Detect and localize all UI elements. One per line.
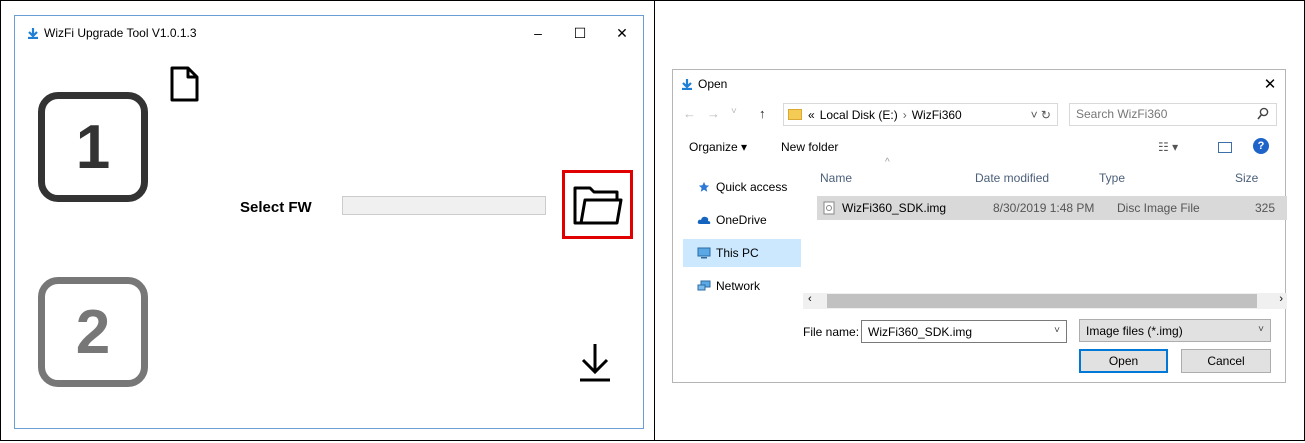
sidebar-item-network[interactable]: Network [683,272,801,300]
file-name: WizFi360_SDK.img [842,201,947,215]
chevron-down-icon[interactable]: ˅ [1054,325,1060,336]
breadcrumb-overflow[interactable]: « [808,108,815,122]
close-button[interactable]: ✕ [601,16,643,50]
minimize-button[interactable]: – [517,16,559,50]
view-options-button[interactable]: ☷ ▾ [1158,140,1178,154]
sidebar-item-label: OneDrive [716,213,767,227]
step-1-badge: 1 [38,92,148,202]
horizontal-scrollbar[interactable]: ‹ › [803,293,1287,309]
forward-button[interactable]: → [707,106,720,121]
column-header-size[interactable]: Size [1235,171,1258,185]
preview-pane-icon[interactable] [1218,142,1232,153]
new-folder-button[interactable]: New folder [781,140,838,154]
file-type-select[interactable]: Image files (*.img) ˅ [1079,319,1271,342]
column-header-name[interactable]: Name [820,171,852,185]
browse-folder-button[interactable] [562,170,633,239]
help-icon[interactable]: ? [1253,138,1269,154]
cloud-icon [697,216,711,224]
column-header-date-modified[interactable]: Date modified [975,171,1049,185]
folder-icon [788,109,802,120]
computer-icon [697,247,711,259]
fw-path-field[interactable] [342,196,546,215]
select-fw-label: Select FW [240,199,312,216]
file-icon [170,66,199,102]
recent-locations-button[interactable]: ˅ [731,106,737,117]
title-bar: WizFi Upgrade Tool V1.0.1.3 – ☐ ✕ [15,16,643,50]
disc-image-icon [823,201,835,215]
cancel-button[interactable]: Cancel [1181,349,1271,373]
address-dropdown-refresh[interactable]: ˅ ↻ [1031,108,1051,122]
scrollbar-thumb[interactable] [827,294,1257,308]
navigation-pane: Quick access OneDrive This PC Network [683,173,801,313]
file-name-value: WizFi360_SDK.img [868,325,973,339]
search-input[interactable]: Search WizFi360 [1069,103,1277,126]
window-title: WizFi Upgrade Tool V1.0.1.3 [44,26,197,40]
sidebar-item-onedrive[interactable]: OneDrive [683,206,801,234]
sidebar-item-quick-access[interactable]: Quick access [683,173,801,201]
sidebar-item-this-pc[interactable]: This PC [683,239,801,267]
file-list: ^ Name Date modified Type Size WizFi360_… [803,157,1287,298]
breadcrumb-local-disk[interactable]: Local Disk (E:) [820,108,898,122]
sort-indicator-icon: ^ [885,157,890,168]
scroll-right-arrow-icon[interactable]: › [1279,293,1283,305]
file-name-input[interactable]: WizFi360_SDK.img ˅ [861,320,1067,343]
file-type-value: Image files (*.img) [1086,324,1183,338]
folder-icon [573,186,622,224]
navigation-bar: ← → ˅ ↑ « Local Disk (E:) › WizFi360 ˅ ↻… [673,103,1285,127]
sidebar-item-label: This PC [716,246,759,260]
step-2-badge: 2 [38,277,148,387]
back-button[interactable]: ← [683,106,696,121]
breadcrumb-separator: › [902,107,907,122]
address-bar[interactable]: « Local Disk (E:) › WizFi360 ˅ ↻ [783,103,1058,126]
dialog-toolbar: Organize ▾ New folder ☷ ▾ ? [673,132,1285,163]
up-button[interactable]: ↑ [759,106,766,121]
file-size: 325 [1255,201,1276,215]
open-file-dialog: Open ✕ ← → ˅ ↑ « Local Disk (E:) › WizFi… [672,69,1287,383]
network-icon [697,280,711,291]
chevron-down-icon: ˅ [1258,324,1264,335]
dialog-title-bar: Open ✕ [673,70,1285,98]
search-placeholder: Search WizFi360 [1076,107,1168,121]
file-name-label: File name: [803,325,860,339]
maximize-button[interactable]: ☐ [559,16,601,50]
sidebar-item-label: Network [716,279,761,293]
app-icon [682,79,692,90]
wizfi-upgrade-window: WizFi Upgrade Tool V1.0.1.3 – ☐ ✕ 1 Sele… [14,15,644,429]
download-icon[interactable] [578,342,612,382]
search-icon [1257,107,1269,120]
organize-menu[interactable]: Organize ▾ [689,140,747,154]
dialog-title: Open [698,77,728,91]
app-icon [28,28,38,39]
star-icon [698,181,710,192]
sidebar-item-label: Quick access [716,180,788,194]
scroll-left-arrow-icon[interactable]: ‹ [808,293,812,305]
file-type: Disc Image File [1117,201,1200,215]
file-date: 8/30/2019 1:48 PM [993,201,1095,215]
file-row[interactable]: WizFi360_SDK.img 8/30/2019 1:48 PM Disc … [817,196,1287,220]
dialog-close-button[interactable]: ✕ [1255,75,1285,93]
breadcrumb-wizfi360[interactable]: WizFi360 [912,108,962,122]
column-header-type[interactable]: Type [1099,171,1125,185]
open-button[interactable]: Open [1079,349,1168,373]
left-panel: WizFi Upgrade Tool V1.0.1.3 – ☐ ✕ 1 Sele… [0,0,655,441]
